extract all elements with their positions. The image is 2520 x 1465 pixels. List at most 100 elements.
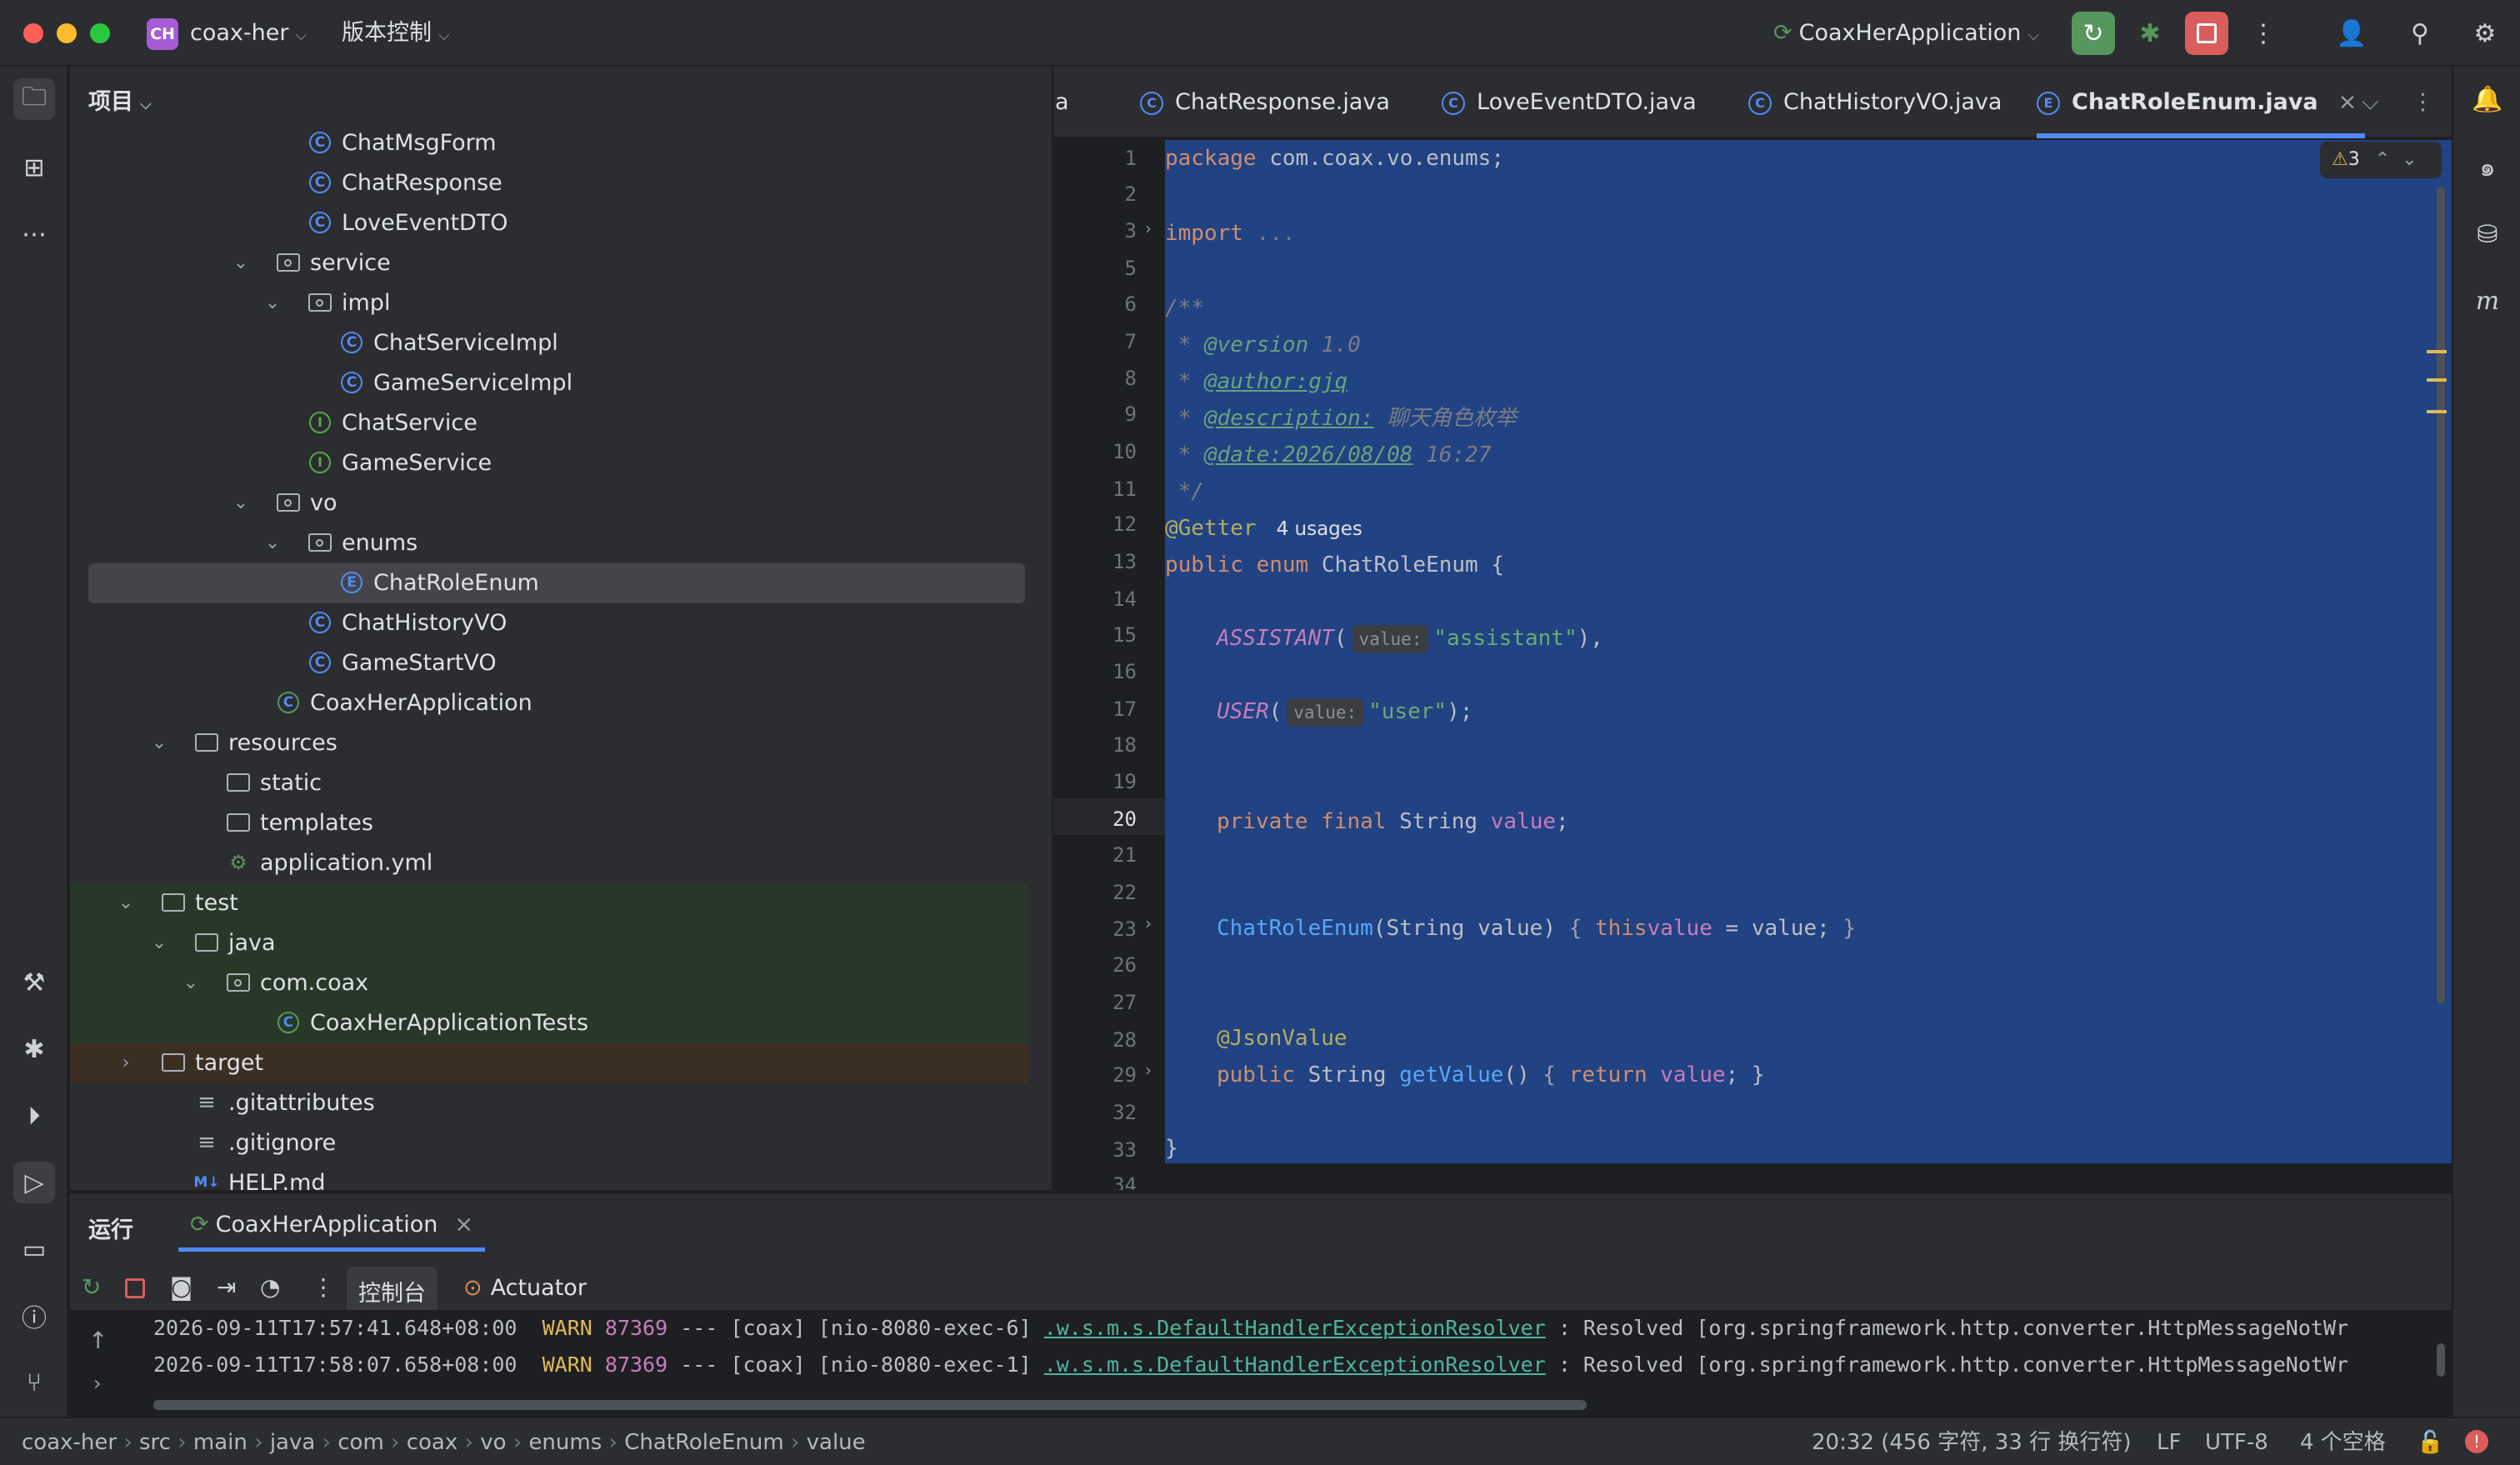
tree-item-help-md[interactable]: M↓ HELP.md	[70, 1163, 1028, 1190]
tree-item-coaxherapplication[interactable]: C CoaxHerApplication	[70, 683, 1028, 723]
chevron-down-icon[interactable]: ⌄	[2402, 149, 2417, 170]
tab-console[interactable]: 控制台	[347, 1267, 438, 1315]
breadcrumb-item[interactable]: coax-her	[22, 1430, 117, 1455]
run-tab-coaxherapplication[interactable]: ⟳ CoaxHerApplication ×	[178, 1202, 486, 1252]
tree-item--gitattributes[interactable]: ≡ .gitattributes	[70, 1083, 1028, 1123]
chevron-down-icon[interactable]: ⌄	[260, 283, 285, 323]
tree-item-static[interactable]: static	[70, 763, 1028, 803]
database-button[interactable]: ⛁	[2467, 213, 2508, 255]
project-tool-button[interactable]: 🗀	[13, 78, 55, 120]
warning-marker[interactable]	[2427, 350, 2447, 353]
settings-button[interactable]: ⚙	[2463, 12, 2507, 55]
console-output[interactable]: ↑ › 2026-09-11T17:57:41.648+08:00 WARN 8…	[70, 1310, 2452, 1417]
tree-item-chatmsgform[interactable]: C ChatMsgForm	[70, 123, 1028, 163]
indent-setting[interactable]: 4 个空格	[2300, 1428, 2386, 1457]
breadcrumb-item[interactable]: com	[338, 1430, 384, 1455]
code-editor[interactable]: 1 2 3 5 6 7 8 9 10 11 12 13 14 15 16 17 18 19 20 21 22 23 26 27…	[1053, 140, 2452, 1190]
minimize-window-button[interactable]	[57, 23, 77, 43]
fold-icon[interactable]: ›	[1145, 913, 1152, 933]
structure-tool-button[interactable]: ⊞	[13, 147, 55, 188]
more-tools-button[interactable]: ⋯	[13, 213, 55, 255]
project-badge[interactable]: CH	[147, 18, 178, 50]
zoom-window-button[interactable]	[90, 23, 110, 43]
inspection-widget[interactable]: ⚠3 ⌃ ⌄	[2320, 142, 2442, 178]
tree-item-coaxherapplicationtests[interactable]: C CoaxHerApplicationTests	[70, 1003, 1028, 1043]
export-icon[interactable]: ⇥	[217, 1273, 236, 1301]
editor-scrollbar[interactable]	[2437, 187, 2445, 1003]
tree-item-loveeventdto[interactable]: C LoveEventDTO	[70, 203, 1028, 243]
breadcrumb-item[interactable]: src	[139, 1430, 171, 1455]
file-encoding[interactable]: UTF-8	[2205, 1428, 2268, 1457]
fold-icon[interactable]: ›	[1145, 1060, 1152, 1080]
maven-button[interactable]: m	[2467, 280, 2508, 322]
profiler-icon[interactable]: ◔	[260, 1273, 280, 1301]
tree-item-gameservice[interactable]: I GameService	[70, 443, 1028, 483]
breadcrumb-item[interactable]: enums	[528, 1430, 602, 1455]
console-vscrollbar[interactable]	[2437, 1343, 2445, 1377]
tree-item-templates[interactable]: templates	[70, 803, 1028, 843]
chevron-down-icon[interactable]: ⌄	[147, 923, 172, 963]
error-indicator-icon[interactable]: !	[2465, 1430, 2488, 1453]
tab-actuator[interactable]: ⊙ Actuator	[463, 1275, 587, 1301]
tree-item-vo[interactable]: ⌄ vo	[70, 483, 1028, 523]
tree-item-gameserviceimpl[interactable]: C GameServiceImpl	[70, 363, 1028, 403]
tab-chatroleenum[interactable]: E ChatRoleEnum.java ×	[2037, 67, 2366, 138]
add-user-button[interactable]: 👤	[2330, 12, 2373, 55]
tree-item-chatroleenum[interactable]: E ChatRoleEnum	[88, 563, 1025, 603]
chevron-down-icon[interactable]: ⌄	[147, 723, 172, 763]
line-separator[interactable]: LF	[2157, 1428, 2181, 1457]
close-window-button[interactable]	[23, 23, 43, 43]
debug-button[interactable]: ✱	[2128, 12, 2172, 55]
tree-item-java[interactable]: ⌄ java	[70, 923, 1028, 963]
stop-icon[interactable]	[125, 1278, 145, 1298]
chevron-down-icon[interactable]: ⌄	[113, 883, 138, 923]
fold-icon[interactable]: ›	[1145, 218, 1152, 238]
debug-tool-button[interactable]: ✱	[13, 1028, 55, 1070]
search-button[interactable]: ⚲	[2398, 12, 2442, 55]
more-actions-button[interactable]: ⋮	[2242, 12, 2285, 55]
breadcrumb-item[interactable]: vo	[480, 1430, 506, 1455]
chevron-right-icon[interactable]: ›	[113, 1043, 138, 1083]
tree-item-target[interactable]: › target	[70, 1043, 1028, 1083]
tree-item-chathistoryvo[interactable]: C ChatHistoryVO	[70, 603, 1028, 643]
camera-icon[interactable]: ◙	[170, 1273, 192, 1301]
chevron-down-icon[interactable]: ⌄	[260, 523, 285, 563]
project-panel-header[interactable]: 项目 ⌵	[88, 83, 152, 116]
breadcrumb-item[interactable]: value	[807, 1430, 866, 1455]
close-tab-icon[interactable]: ×	[454, 1212, 473, 1238]
tree-item-gamestartvo[interactable]: C GameStartVO	[70, 643, 1028, 683]
notifications-button[interactable]: 🔔	[2467, 78, 2508, 120]
tree-item-service[interactable]: ⌄ service	[70, 243, 1028, 283]
tree-item-test[interactable]: ⌄ test	[70, 883, 1028, 923]
tree-item-enums[interactable]: ⌄ enums	[70, 523, 1028, 563]
tree-item-com-coax[interactable]: ⌄ com.coax	[70, 963, 1028, 1003]
tab-loveeventdto[interactable]: C LoveEventDTO.java	[1442, 67, 1697, 138]
run-config-selector[interactable]: ⟳ CoaxHerApplication ⌵	[1773, 18, 2039, 51]
chevron-down-icon[interactable]: ⌄	[228, 483, 253, 523]
warning-marker[interactable]	[2427, 410, 2447, 413]
git-tool-button[interactable]: ⑂	[13, 1362, 55, 1403]
rerun-icon[interactable]: ↻	[82, 1273, 101, 1301]
breadcrumb-item[interactable]: ChatRoleEnum	[624, 1430, 784, 1455]
warning-marker[interactable]	[2427, 378, 2447, 382]
breadcrumb-item[interactable]: main	[193, 1430, 248, 1455]
breadcrumb-item[interactable]: java	[270, 1430, 315, 1455]
tree-item-chatserviceimpl[interactable]: C ChatServiceImpl	[70, 323, 1028, 363]
tree-item-resources[interactable]: ⌄ resources	[70, 723, 1028, 763]
more-vertical-icon[interactable]: ⋮	[312, 1273, 335, 1301]
chevron-down-icon[interactable]: ⌄	[228, 243, 253, 283]
close-tab-icon[interactable]: ×	[2338, 89, 2358, 115]
chevron-down-icon[interactable]: ⌄	[178, 963, 203, 1003]
lock-icon[interactable]: 🔓	[2417, 1428, 2443, 1457]
tree-item--gitignore[interactable]: ≡ .gitignore	[70, 1123, 1028, 1163]
caret-position[interactable]: 20:32 (456 字符, 33 行 换行符)	[1812, 1428, 2132, 1457]
breadcrumb-item[interactable]: coax	[407, 1430, 458, 1455]
tab-more-button[interactable]: ⋮	[2412, 67, 2434, 138]
tree-item-chatservice[interactable]: I ChatService	[70, 403, 1028, 443]
tree-item-application-yml[interactable]: ⚙ application.yml	[70, 843, 1028, 883]
tab-list-button[interactable]: ⌵	[2362, 67, 2378, 138]
chevron-up-icon[interactable]: ⌃	[2375, 149, 2390, 170]
chevron-right-icon[interactable]: ›	[93, 1372, 102, 1395]
console-hscrollbar[interactable]	[153, 1400, 1587, 1410]
rerun-button[interactable]: ↻	[2072, 12, 2115, 55]
